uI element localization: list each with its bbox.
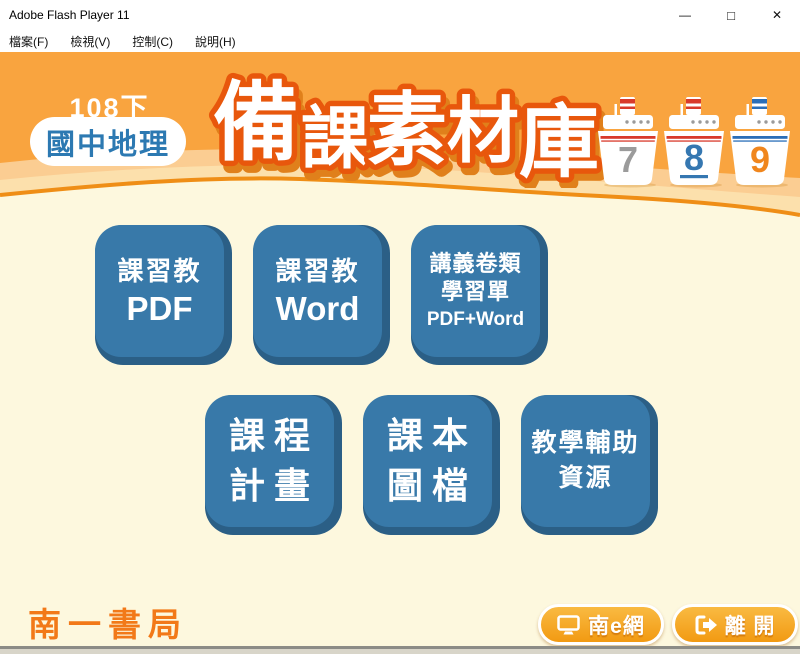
volume-boat-9[interactable]: 9	[729, 96, 791, 188]
volume-number: 8	[684, 137, 704, 178]
svg-text:課: 課	[301, 101, 369, 177]
publisher-logo: 南一書局	[28, 598, 188, 646]
app-title: 備 課 素 材 庫 備 課 素 材 庫	[203, 56, 613, 188]
close-button[interactable]: ✕	[754, 0, 800, 30]
window-titlebar: Adobe Flash Player 11 — □ ✕	[0, 0, 800, 30]
button-face: 課本 圖檔	[363, 395, 492, 527]
button-face: 課程 計畫	[205, 395, 334, 527]
volume-boat-8[interactable]: 8	[663, 96, 725, 188]
svg-text:庫: 庫	[519, 98, 599, 187]
button-face: 課習教 PDF	[95, 225, 224, 357]
svg-text:素: 素	[367, 86, 447, 175]
button-face: 教學輔助 資源	[521, 395, 650, 527]
menu-item-view[interactable]: 檢視(V)	[70, 33, 110, 50]
button-kexijiao-word[interactable]: 課習教 Word	[253, 225, 390, 365]
boat-mast-icon	[747, 104, 750, 116]
subject-pill: 國中地理	[30, 117, 186, 166]
boat-mast-icon	[615, 104, 618, 116]
window-bottom-edge	[0, 646, 800, 654]
volume-number: 7	[618, 139, 638, 180]
button-label: 課程	[220, 411, 319, 461]
volume-number: 9	[750, 139, 770, 180]
button-label: PDF	[127, 290, 193, 328]
nan-e-net-label: 南e網	[588, 610, 645, 640]
button-handout-worksheets[interactable]: 講義卷類 學習單 PDF+Word	[411, 225, 548, 365]
button-face: 講義卷類 學習單 PDF+Word	[411, 225, 540, 357]
window-title: Adobe Flash Player 11	[0, 8, 662, 22]
nan-e-net-button[interactable]: 南e網	[538, 604, 664, 645]
button-textbook-images[interactable]: 課本 圖檔	[363, 395, 500, 535]
svg-text:備: 備	[213, 75, 299, 171]
exit-icon	[695, 615, 718, 635]
button-label: 講義卷類	[429, 250, 521, 279]
button-face: 課習教 Word	[253, 225, 382, 357]
exit-button[interactable]: 離 開	[672, 604, 798, 645]
menu-item-file[interactable]: 檔案(F)	[9, 33, 48, 50]
button-curriculum-plan[interactable]: 課程 計畫	[205, 395, 342, 535]
volume-boat-7[interactable]: 7	[597, 96, 659, 188]
button-label: 教學輔助	[531, 426, 639, 461]
button-label: 課習教	[117, 254, 201, 289]
exit-label: 離 開	[725, 610, 776, 640]
button-label: Word	[276, 290, 360, 328]
boat-mast-icon	[681, 104, 684, 116]
button-label: 計畫	[220, 461, 319, 511]
menu-item-help[interactable]: 說明(H)	[195, 33, 236, 50]
maximize-button[interactable]: □	[708, 0, 754, 30]
button-label: PDF+Word	[427, 307, 524, 333]
button-kexijiao-pdf[interactable]: 課習教 PDF	[95, 225, 232, 365]
button-label: 資源	[558, 461, 612, 496]
button-label: 課本	[378, 411, 477, 461]
window-controls: — □ ✕	[662, 0, 800, 30]
app-title-text: 備 課 素 材 庫	[213, 75, 599, 187]
button-teaching-aids[interactable]: 教學輔助 資源	[521, 395, 658, 535]
bottom-edge-light-line	[0, 649, 800, 654]
svg-text:材: 材	[447, 92, 519, 172]
menu-bar: 檔案(F) 檢視(V) 控制(C) 說明(H)	[0, 30, 800, 52]
button-label: 課習教	[275, 254, 359, 289]
flash-stage: 108下 國中地理 備 課 素 材 庫 備 課 素 材 庫	[0, 52, 800, 646]
menu-item-control[interactable]: 控制(C)	[132, 33, 173, 50]
button-label: 圖檔	[378, 461, 477, 511]
flash-player-window: Adobe Flash Player 11 — □ ✕ 檔案(F) 檢視(V) …	[0, 0, 800, 654]
selected-volume-underline	[680, 175, 708, 178]
subject-label: 國中地理	[46, 121, 170, 163]
minimize-button[interactable]: —	[662, 0, 708, 30]
monitor-icon	[557, 615, 581, 635]
button-label: 學習單	[441, 278, 510, 307]
